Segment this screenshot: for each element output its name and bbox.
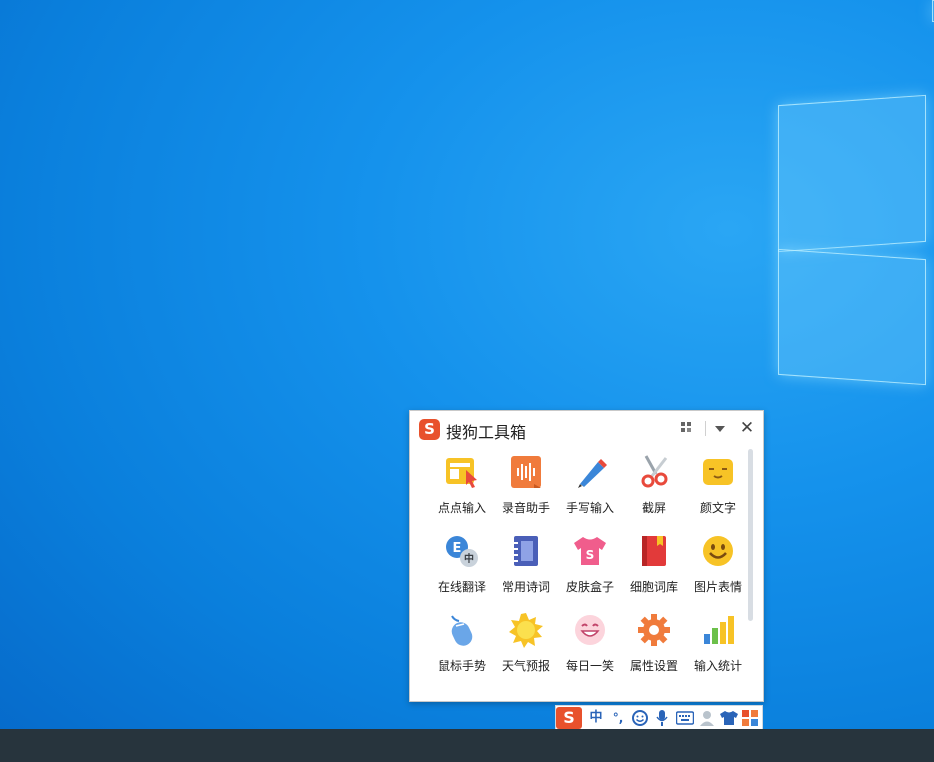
tool-label: 输入统计 — [693, 659, 742, 673]
tool-input-stats[interactable]: 输入统计 — [686, 609, 750, 685]
translate-badge-zh: 中 — [464, 552, 474, 565]
tool-label: 细胞词库 — [629, 580, 678, 594]
skin-letter: S — [586, 548, 595, 562]
sogou-logo-icon[interactable]: S — [556, 707, 582, 729]
tool-image-emoji[interactable]: 图片表情 — [686, 530, 750, 606]
gear-icon — [638, 614, 670, 646]
ime-status-bar: S 中 °, — [555, 705, 763, 731]
mode-icon[interactable]: 中 — [586, 707, 606, 729]
tool-label: 截屏 — [641, 501, 666, 515]
tool-label: 图片表情 — [693, 580, 742, 594]
sogou-logo-icon: S — [419, 419, 440, 440]
tool-daily-joke[interactable]: 每日一笑 — [558, 609, 622, 685]
close-icon[interactable]: ✕ — [736, 417, 758, 439]
tool-translate[interactable]: E 中 在线翻译 — [430, 530, 494, 606]
tshirt-icon: S — [574, 537, 606, 565]
tool-label: 点点输入 — [437, 501, 486, 515]
tool-kaomoji[interactable]: 颜文字 — [686, 451, 750, 527]
tool-label: 录音助手 — [501, 501, 550, 515]
tool-label: 每日一笑 — [565, 659, 614, 673]
tool-label: 天气预报 — [501, 659, 550, 673]
tool-mouse-gesture[interactable]: 鼠标手势 — [430, 609, 494, 685]
tool-label: 手写输入 — [565, 501, 614, 515]
mouse-icon — [451, 615, 473, 646]
toolbox-icon[interactable] — [740, 707, 760, 729]
toolbox-header: S 搜狗工具箱 ✕ — [410, 411, 763, 447]
bar-chart-icon — [704, 616, 734, 644]
tool-screenshot[interactable]: 截屏 — [622, 451, 686, 527]
tool-cell-dictionary[interactable]: 细胞词库 — [622, 530, 686, 606]
tool-label: 常用诗词 — [501, 580, 550, 594]
sogou-toolbox-window: S 搜狗工具箱 ✕ 点点输入 录音助手 手写输入 截屏 颜文字 E 中 在线翻译… — [409, 410, 764, 702]
tool-skin-box[interactable]: S 皮肤盒子 — [558, 530, 622, 606]
click-input-icon — [446, 458, 477, 488]
taskbar — [0, 729, 934, 762]
scissors-icon — [641, 455, 668, 488]
tool-poems[interactable]: 常用诗词 — [494, 530, 558, 606]
tool-label: 属性设置 — [629, 659, 678, 673]
translate-icon: E 中 — [446, 536, 478, 567]
tool-handwriting[interactable]: 手写输入 — [558, 451, 622, 527]
toolbox-title: 搜狗工具箱 — [446, 423, 527, 442]
tool-settings[interactable]: 属性设置 — [622, 609, 686, 685]
microphone-icon[interactable] — [652, 707, 672, 729]
tool-voice-recorder[interactable]: 录音助手 — [494, 451, 558, 527]
notebook-icon — [514, 536, 538, 566]
tool-weather[interactable]: 天气预报 — [494, 609, 558, 685]
tool-label: 鼠标手势 — [437, 659, 486, 673]
emoticon-icon — [703, 459, 733, 485]
laugh-face-icon — [575, 615, 605, 645]
dropdown-icon[interactable] — [709, 417, 731, 439]
voice-recorder-icon — [511, 456, 541, 488]
punctuation-icon[interactable]: °, — [608, 707, 628, 729]
sun-icon — [509, 613, 543, 648]
emoji-icon[interactable] — [630, 707, 650, 729]
user-icon[interactable] — [698, 707, 718, 729]
tool-label: 在线翻译 — [437, 580, 486, 594]
tool-label: 颜文字 — [699, 501, 736, 515]
tool-label: 皮肤盒子 — [565, 580, 614, 594]
book-icon — [642, 536, 666, 566]
header-separator — [705, 421, 706, 436]
skin-icon[interactable] — [719, 707, 739, 729]
smiley-icon — [703, 536, 733, 566]
translate-badge-e: E — [453, 541, 462, 556]
keyboard-icon[interactable] — [674, 707, 696, 729]
pencil-icon — [578, 459, 607, 488]
grid-view-icon[interactable] — [676, 417, 698, 439]
tool-click-input[interactable]: 点点输入 — [430, 451, 494, 527]
toolbox-scrollbar[interactable] — [748, 449, 753, 621]
